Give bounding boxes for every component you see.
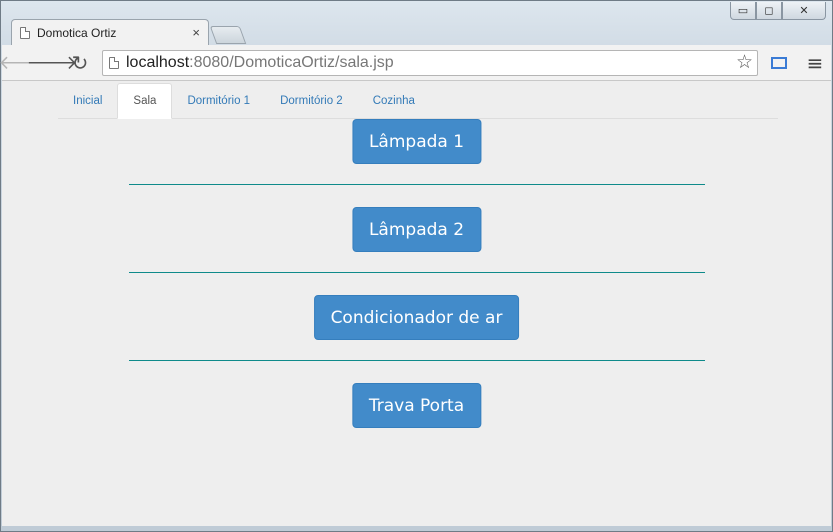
separator	[129, 272, 705, 273]
tab-strip: Domotica Ortiz ×	[11, 19, 247, 45]
new-tab-button[interactable]	[209, 26, 247, 44]
separator	[129, 184, 705, 185]
minimize-icon: ▭	[737, 4, 749, 17]
bookmark-star-icon[interactable]: ☆	[736, 51, 753, 74]
maximize-button[interactable]: ◻	[756, 2, 782, 20]
separator	[129, 360, 705, 361]
condicionador-de-ar-button[interactable]: Condicionador de ar	[313, 295, 520, 340]
browser-tab[interactable]: Domotica Ortiz ×	[11, 19, 209, 45]
page-viewport: Inicial Sala Dormitório 1 Dormitório 2 C…	[2, 81, 831, 526]
trava-porta-button[interactable]: Trava Porta	[351, 383, 482, 428]
browser-window: ▭ ◻ ✕ Domotica Ortiz × 🡐 🡒 ↻ localhost :…	[0, 0, 833, 532]
reload-icon: ↻	[71, 50, 89, 75]
lampada-1-button[interactable]: Lâmpada 1	[351, 119, 482, 164]
tab-title: Domotica Ortiz	[37, 25, 117, 40]
tab-close-icon[interactable]: ×	[192, 25, 200, 40]
window-controls: ▭ ◻ ✕	[730, 2, 826, 20]
minimize-button[interactable]: ▭	[730, 2, 756, 20]
close-icon: ✕	[799, 4, 809, 17]
hamburger-menu-icon: ≡	[806, 50, 824, 75]
maximize-icon: ◻	[764, 4, 774, 17]
forward-button[interactable]: 🡒	[27, 49, 78, 77]
url-host: localhost	[126, 53, 190, 71]
page-icon	[109, 56, 119, 69]
page-icon	[20, 26, 30, 39]
browser-toolbar: 🡐 🡒 ↻ localhost :8080/DomoticaOrtiz/sala…	[0, 45, 831, 81]
address-bar[interactable]: localhost :8080/DomoticaOrtiz/sala.jsp ☆	[102, 49, 758, 76]
lampada-2-button[interactable]: Lâmpada 2	[351, 207, 482, 252]
menu-button[interactable]: ≡	[800, 49, 830, 77]
close-window-button[interactable]: ✕	[782, 2, 826, 20]
reload-button[interactable]: ↻	[66, 49, 94, 77]
cast-button[interactable]	[764, 49, 794, 77]
cast-icon	[771, 56, 787, 69]
url-path: :8080/DomoticaOrtiz/sala.jsp	[189, 53, 394, 71]
device-list: Lâmpada 1 Lâmpada 2 Condicionador de ar …	[2, 81, 831, 526]
